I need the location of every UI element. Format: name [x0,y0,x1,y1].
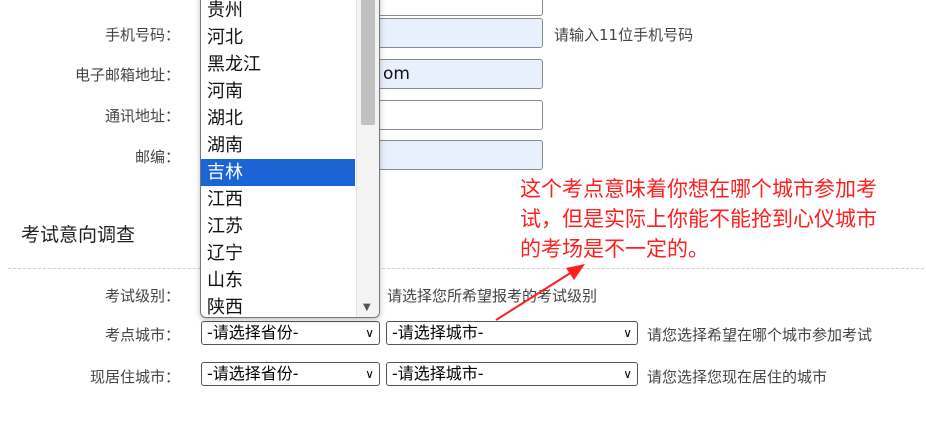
residence-city-label: 现居住城市： [89,368,180,386]
annotation-text: 这个考点意味着你想在哪个城市参加考试，但是实际上你能不能抢到心仪城市的考场是不一… [520,177,877,261]
exam-level-label: 考试级别： [104,287,180,305]
dropdown-option[interactable]: 陕西 [201,294,355,317]
email-label: 电子邮箱地址： [74,66,180,84]
section-divider [8,268,924,269]
scrollbar-thumb[interactable] [361,0,375,125]
province-dropdown-list[interactable]: 贵州 河北 黑龙江 河南 湖北 湖南 吉林 江西 江苏 辽宁 山东 陕西 ▼ [200,0,380,318]
dropdown-option[interactable]: 湖北 [201,105,355,132]
chevron-down-icon: ∨ [365,367,374,381]
dropdown-option[interactable]: 河南 [201,78,355,105]
email-input[interactable]: om [378,59,543,89]
chevron-down-icon: ∨ [623,326,632,340]
exam-city-value: -请选择城市- [392,323,484,342]
zip-label: 邮编： [134,148,180,166]
email-value-fragment: om [383,64,410,84]
dropdown-scrollbar[interactable]: ▼ [356,0,379,317]
phone-label: 手机号码： [104,26,180,44]
dropdown-option[interactable]: 贵州 [201,0,355,24]
dropdown-option-highlighted[interactable]: 吉林 [201,159,355,186]
section-title: 考试意向调查 [21,224,136,246]
phone-input[interactable] [378,18,543,48]
exam-city-hint: 请您选择希望在哪个城市参加考试 [647,326,873,344]
residence-city-value: -请选择城市- [392,364,484,383]
exam-city-label: 考点城市： [104,326,180,344]
dropdown-option[interactable]: 江西 [201,186,355,213]
residence-province-value: -请选择省份- [207,364,299,383]
top-partial-input[interactable] [378,0,543,16]
exam-province-value: -请选择省份- [207,323,299,342]
residence-province-select[interactable]: -请选择省份- ∨ [201,362,380,386]
residence-city-hint: 请您选择您现在居住的城市 [647,368,828,386]
zip-input[interactable] [378,140,543,170]
scroll-down-arrow-icon[interactable]: ▼ [363,302,371,313]
dropdown-option[interactable]: 河北 [201,24,355,51]
exam-province-select[interactable]: -请选择省份- ∨ [201,321,380,345]
dropdown-option[interactable]: 山东 [201,267,355,294]
address-input[interactable] [378,100,543,130]
exam-level-hint: 请选择您所希望报考的考试级别 [387,287,598,305]
chevron-down-icon: ∨ [623,367,632,381]
exam-city-select[interactable]: -请选择城市- ∨ [386,321,638,345]
phone-hint: 请输入11位手机号码 [554,26,694,44]
address-label: 通讯地址： [104,107,180,125]
dropdown-option[interactable]: 黑龙江 [201,51,355,78]
dropdown-option[interactable]: 江苏 [201,213,355,240]
dropdown-option[interactable]: 湖南 [201,132,355,159]
dropdown-option[interactable]: 辽宁 [201,240,355,267]
residence-city-select[interactable]: -请选择城市- ∨ [386,362,638,386]
chevron-down-icon: ∨ [365,326,374,340]
